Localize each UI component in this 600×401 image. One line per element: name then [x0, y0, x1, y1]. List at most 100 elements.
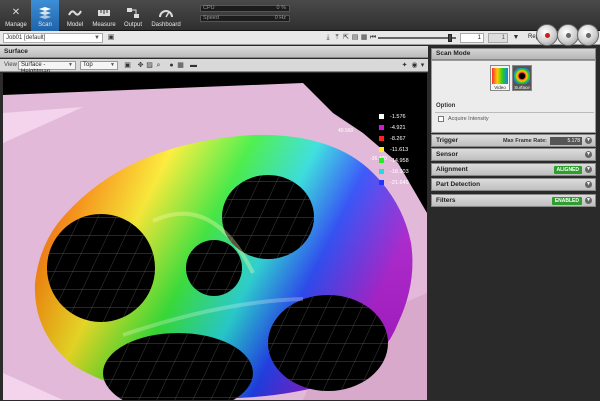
- heightmap-render: [3, 73, 427, 400]
- legend-row: -1.576: [379, 111, 419, 122]
- tools-icon[interactable]: ✦: [400, 61, 409, 70]
- toolbar-label: Model: [66, 22, 84, 28]
- zoom-icon[interactable]: ⌕: [154, 61, 163, 70]
- toolbar-model-button[interactable]: Model: [62, 0, 88, 31]
- toolbar-label: Scan: [38, 22, 52, 28]
- play-button[interactable]: [557, 24, 579, 46]
- toolbar-manage-button[interactable]: ✕ Manage: [2, 0, 30, 31]
- filter-icon[interactable]: ▼: [512, 34, 520, 42]
- legend-swatch: [379, 114, 384, 119]
- height-legend: -1.576 -4.921 -8.267 -11.613 -14.958 -18…: [379, 111, 419, 188]
- speed-meter: Speed 0 Hz: [200, 15, 290, 22]
- toolbar-output-button[interactable]: Output: [120, 0, 146, 31]
- skip-start-icon[interactable]: ⏮: [369, 34, 377, 42]
- toolbar-label: Manage: [5, 22, 27, 28]
- status-badge: ENABLED: [551, 197, 582, 205]
- legend-value: -14.958: [390, 157, 409, 164]
- toolbar-measure-button[interactable]: Measure: [90, 0, 118, 31]
- legend-row: -21.649: [379, 177, 419, 188]
- snapshot-icon[interactable]: ▤: [351, 34, 359, 42]
- scan-icon: [38, 7, 52, 19]
- legend-swatch: [379, 169, 384, 174]
- replay-slider-handle[interactable]: [448, 34, 452, 42]
- section-trigger[interactable]: Trigger Max Frame Rate: 5.178 ▼: [431, 134, 596, 147]
- section-filters[interactable]: Filters ENABLED ▼: [431, 194, 596, 207]
- view-orientation-select[interactable]: Top ▼: [80, 61, 118, 70]
- main-toolbar: ✕ Manage Scan Model Measure Output Dashb…: [0, 0, 600, 31]
- max-frame-rate-value: 5.178: [550, 137, 582, 145]
- toolbar-scan-button[interactable]: Scan: [31, 0, 59, 31]
- legend-swatch: [379, 147, 384, 152]
- legend-row: -11.613: [379, 144, 419, 155]
- view-orientation-value: Top: [83, 62, 93, 68]
- legend-row: -14.958: [379, 155, 419, 166]
- options-icon[interactable]: ▾: [418, 61, 427, 70]
- option-divider: [435, 112, 594, 113]
- settings-panel: Scan Mode Video Surface Option Acquire I…: [431, 46, 600, 401]
- cpu-value: 0 %: [276, 5, 286, 11]
- section-title: Sensor: [436, 151, 459, 158]
- section-part-detection[interactable]: Part Detection ▼: [431, 178, 596, 191]
- upload-icon[interactable]: ⤒: [333, 34, 341, 42]
- surface-panel-title: Surface: [0, 46, 428, 58]
- job-select[interactable]: Job01 [default] ▼: [3, 33, 103, 43]
- frame-value: 1: [477, 35, 481, 41]
- app-window: ✕ Manage Scan Model Measure Output Dashb…: [0, 0, 600, 401]
- legend-swatch: [379, 125, 384, 130]
- download-icon[interactable]: ⤓: [324, 34, 332, 42]
- chevron-down-icon[interactable]: ▼: [585, 181, 592, 188]
- layout-icon[interactable]: ▣: [123, 61, 132, 70]
- section-alignment[interactable]: Alignment ALIGNED ▼: [431, 163, 596, 176]
- section-sensor[interactable]: Sensor ▼: [431, 148, 596, 161]
- cpu-label: CPU: [203, 5, 215, 11]
- chevron-down-icon[interactable]: ▼: [585, 197, 592, 204]
- wrench-icon: ✕: [11, 7, 21, 18]
- play-icon: [566, 33, 571, 38]
- frame-total-value: 1: [501, 35, 505, 41]
- chevron-down-icon[interactable]: ▼: [585, 166, 592, 173]
- chevron-down-icon[interactable]: ▼: [585, 151, 592, 158]
- legend-row: -8.267: [379, 133, 419, 144]
- frame-input[interactable]: 1: [460, 33, 484, 43]
- pan-icon[interactable]: ✥: [136, 61, 145, 70]
- legend-row: -18.303: [379, 166, 419, 177]
- job-bar: Job01 [default] ▼ ▣ ⤓ ⤒ ⇱ ▤ ▦ ⏮ 1 1 ▼ Re…: [0, 31, 600, 45]
- chevron-down-icon[interactable]: ▼: [585, 137, 592, 144]
- scan-mode-body: Video Surface Option Acquire Intensity: [431, 60, 596, 133]
- delete-icon[interactable]: ▦: [360, 34, 368, 42]
- option-title: Option: [436, 103, 456, 109]
- mode-surface-button[interactable]: Surface: [512, 65, 532, 91]
- legend-value: -11.613: [390, 146, 409, 153]
- settings-dial-button[interactable]: [577, 24, 599, 46]
- view-mode-select[interactable]: Surface - Heightmap ▼: [18, 61, 76, 75]
- mode-label: Video: [494, 85, 506, 90]
- fit-icon[interactable]: ▬: [189, 61, 198, 70]
- reset-view-icon[interactable]: ●: [167, 61, 176, 70]
- model-icon: [68, 7, 82, 19]
- status-badge: ALIGNED: [553, 166, 582, 174]
- scan-mode-title: Scan Mode: [431, 48, 596, 60]
- toolbar-label: Measure: [92, 22, 116, 28]
- chevron-down-icon: ▼: [110, 62, 115, 68]
- legend-swatch: [379, 136, 384, 141]
- legend-swatch: [379, 158, 384, 163]
- section-title: Part Detection: [436, 181, 481, 188]
- heightmap-viewport[interactable]: 40.560 -36.400 -1.576 -4.921 -8.267 -11.…: [3, 73, 427, 400]
- record-button[interactable]: [536, 24, 558, 46]
- select-icon[interactable]: ▨: [145, 61, 154, 70]
- section-title: Filters: [436, 197, 456, 204]
- legend-row: -4.921: [379, 122, 419, 133]
- export-icon[interactable]: ⇱: [342, 34, 350, 42]
- toolbar-dashboard-button[interactable]: Dashboard: [149, 0, 183, 31]
- grid-icon[interactable]: ▦: [176, 61, 185, 70]
- speed-label: Speed: [203, 15, 219, 21]
- chevron-down-icon: ▼: [68, 62, 73, 68]
- mode-video-button[interactable]: Video: [490, 65, 510, 91]
- toolbar-label: Dashboard: [151, 22, 181, 28]
- save-icon[interactable]: ▣: [107, 34, 115, 42]
- acquire-intensity-label: Acquire Intensity: [448, 116, 489, 122]
- acquire-intensity-checkbox[interactable]: [438, 116, 444, 122]
- replay-slider[interactable]: [378, 34, 456, 42]
- max-frame-rate-label: Max Frame Rate:: [502, 138, 547, 144]
- video-mode-icon: [492, 68, 508, 84]
